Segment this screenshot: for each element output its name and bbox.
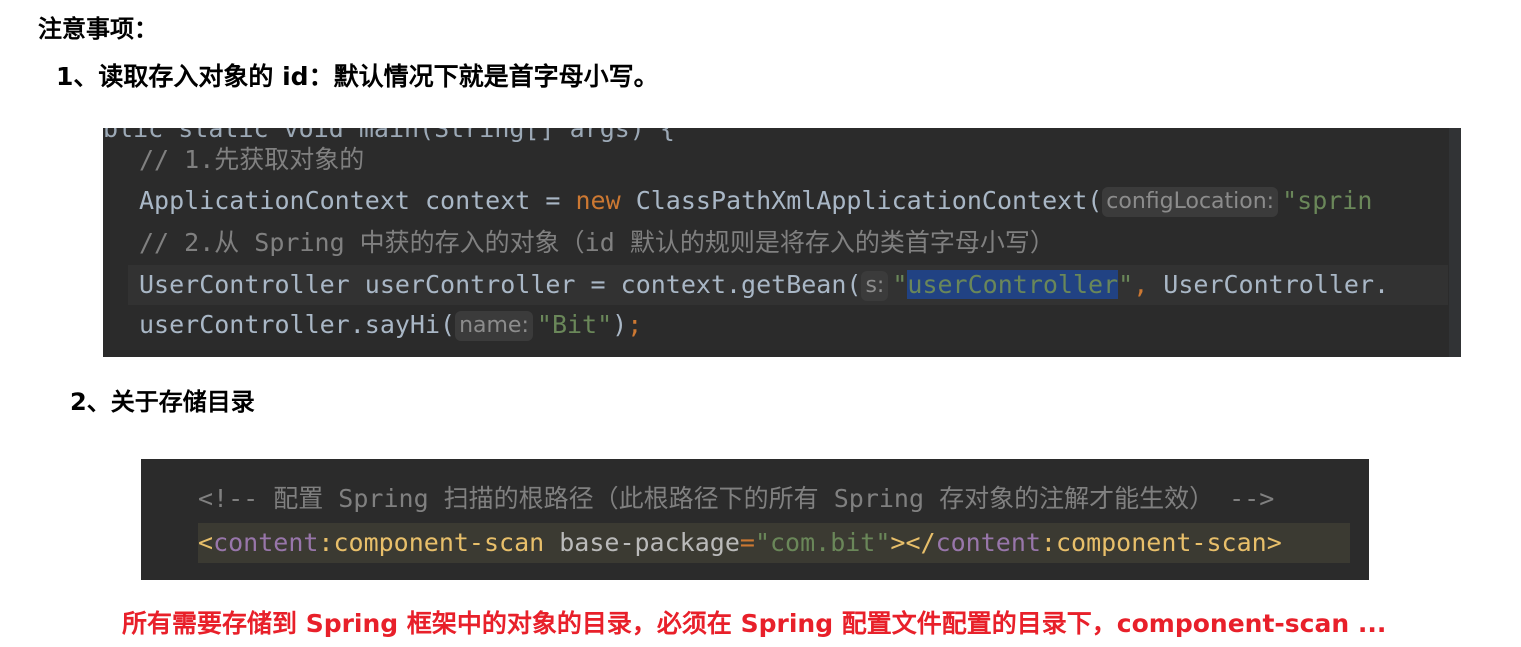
xml-code-block: <!-- 配置 Spring 扫描的根路径（此根路径下的所有 Spring 存对…	[141, 459, 1369, 580]
point-1-heading: 1、读取存入对象的 id：默认情况下就是首字母小写。	[56, 62, 659, 91]
code-line-getbean: UserController userController = context.…	[128, 265, 1448, 305]
point-2-heading: 2、关于存储目录	[70, 388, 255, 416]
warning-note: 所有需要存储到 Spring 框架中的对象的目录，必须在 Spring 配置文件…	[122, 609, 1387, 638]
code-line-context: ApplicationContext context = new ClassPa…	[139, 186, 1373, 217]
section-heading: 注意事项：	[38, 15, 158, 43]
selected-text[interactable]: userController	[907, 270, 1119, 299]
param-hint: s:	[861, 271, 889, 301]
xml-comment-line: <!-- 配置 Spring 扫描的根路径（此根路径下的所有 Spring 存对…	[198, 484, 1275, 513]
param-hint: name:	[455, 311, 533, 341]
param-hint: configLocation:	[1102, 187, 1279, 217]
xml-component-scan-line: <content:component-scan base-package="co…	[198, 523, 1350, 563]
code-line-comment-2: // 2.从 Spring 中获的存入的对象（id 默认的规则是将存入的类首字母…	[139, 228, 1055, 257]
editor-scrollbar[interactable]	[1449, 128, 1461, 357]
code-line-sayhi: userController.sayHi(name: "Bit");	[139, 310, 643, 341]
java-code-block: blic static void main(String[] args) { /…	[103, 128, 1461, 357]
code-line-comment-1: // 1.先获取对象的	[139, 145, 365, 174]
